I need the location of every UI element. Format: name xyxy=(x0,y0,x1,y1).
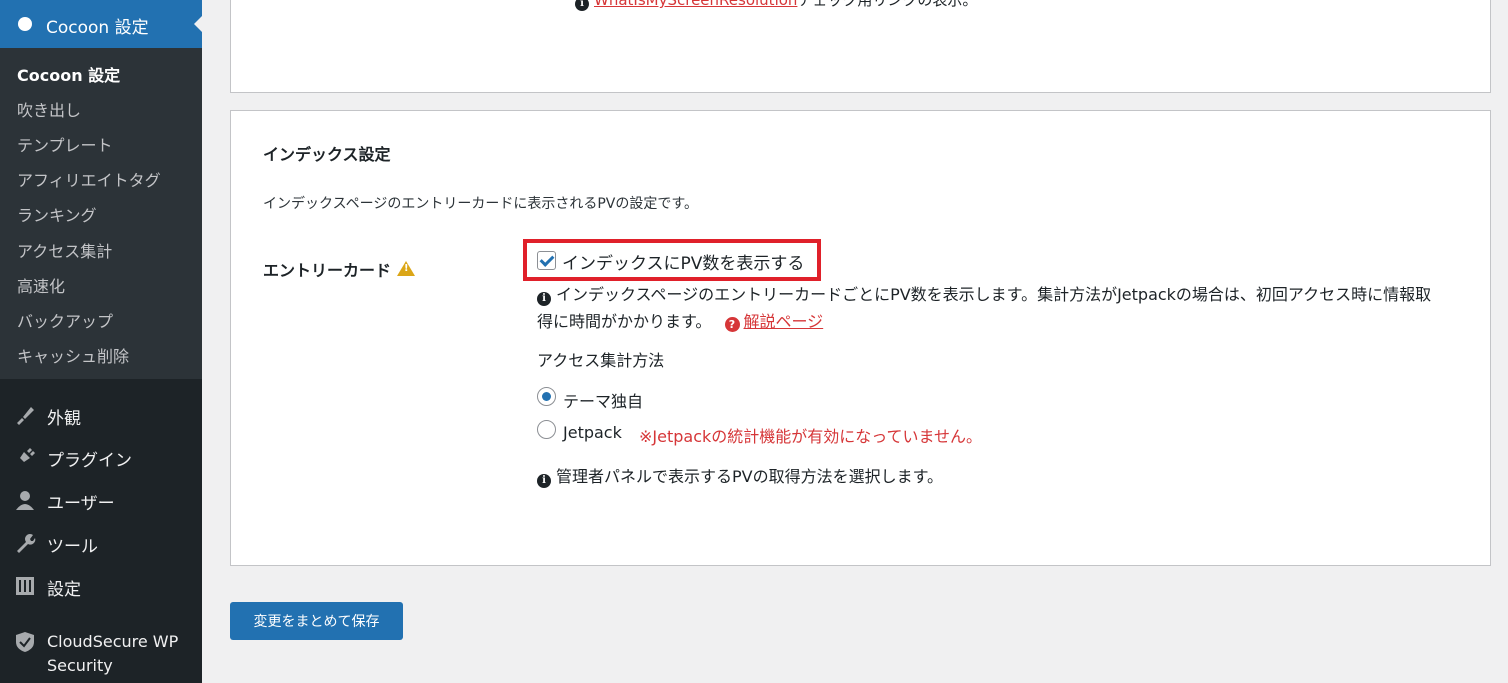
menu-label: ツール xyxy=(47,537,98,557)
section-description: インデックスページのエントリーカードに表示されるPVの設定です。 xyxy=(263,196,698,212)
info-icon: i xyxy=(575,0,589,11)
submenu-item-cocoon-settings[interactable]: Cocoon 設定 xyxy=(17,62,120,86)
menu-appearance[interactable]: 外観 xyxy=(0,395,202,435)
radio-jetpack-label[interactable]: Jetpack xyxy=(563,423,622,442)
info-icon: i xyxy=(537,474,551,488)
radio-jetpack[interactable] xyxy=(537,420,556,439)
submenu-item-access[interactable]: アクセス集計 xyxy=(17,238,112,262)
plugin-icon xyxy=(18,448,35,464)
submenu-item-backup[interactable]: バックアップ xyxy=(17,308,113,332)
menu-label: Cocoon 設定 xyxy=(46,18,149,38)
jetpack-warning: ※Jetpackの統計機能が有効になっていません。 xyxy=(639,427,982,446)
link-suffix: チェック用リンクの表示。 xyxy=(797,0,978,9)
menu-label: CloudSecure WP Security xyxy=(47,632,179,675)
entry-card-label: エントリーカード xyxy=(263,257,416,281)
cocoon-submenu: Cocoon 設定 吹き出し テンプレート アフィリエイトタグ ランキング アク… xyxy=(0,48,202,379)
question-icon: ? xyxy=(724,317,740,332)
brush-icon xyxy=(17,407,34,425)
admin-sidebar: Cocoon 設定 Cocoon 設定 吹き出し テンプレート アフィリエイトタ… xyxy=(0,0,202,683)
method-note-text: 管理者パネルで表示するPVの取得方法を選択します。 xyxy=(556,467,943,486)
previous-settings-panel: i WhatIsMyScreenResolutionチェック用リンクの表示。 xyxy=(230,0,1491,93)
submenu-item-ranking[interactable]: ランキング xyxy=(17,202,97,226)
cocoon-icon xyxy=(18,17,32,31)
show-pv-checkbox[interactable] xyxy=(537,251,556,270)
help-link-wrapper: ? 解説ページ xyxy=(724,312,824,332)
warning-icon xyxy=(397,261,416,276)
settings-icon xyxy=(16,577,34,595)
shield-icon xyxy=(16,632,34,652)
submenu-item-balloon[interactable]: 吹き出し xyxy=(17,97,81,121)
index-settings-panel: インデックス設定 インデックスページのエントリーカードに表示されるPVの設定です… xyxy=(230,110,1491,566)
explanation-page-link[interactable]: 解説ページ xyxy=(744,312,824,331)
menu-settings[interactable]: 設定 xyxy=(0,566,202,606)
whatismyscreenresolution-link[interactable]: WhatIsMyScreenResolution xyxy=(594,0,797,9)
submenu-item-affiliate[interactable]: アフィリエイトタグ xyxy=(17,167,161,191)
method-note: i 管理者パネルで表示するPVの取得方法を選択します。 xyxy=(537,463,943,488)
menu-label: ユーザー xyxy=(47,494,115,514)
menu-tools[interactable]: ツール xyxy=(0,523,202,563)
menu-plugins[interactable]: プラグイン xyxy=(0,437,202,477)
resolution-link-note: i WhatIsMyScreenResolutionチェック用リンクの表示。 xyxy=(575,0,977,11)
user-icon xyxy=(16,491,34,510)
radio-theme-original-label[interactable]: テーマ独自 xyxy=(563,388,643,412)
show-pv-checkbox-label[interactable]: インデックスにPV数を表示する xyxy=(562,249,804,274)
menu-label: 外観 xyxy=(47,409,81,429)
save-all-button[interactable]: 変更をまとめて保存 xyxy=(230,602,403,640)
pv-help-text: i インデックスページのエントリーカードごとにPV数を表示します。集計方法がJet… xyxy=(537,281,1447,335)
submenu-item-cache[interactable]: キャッシュ削除 xyxy=(17,343,129,367)
menu-label: プラグイン xyxy=(47,451,132,471)
help-text-body: インデックスページのエントリーカードごとにPV数を表示します。集計方法がJetp… xyxy=(537,285,1432,331)
menu-users[interactable]: ユーザー xyxy=(0,480,202,520)
radio-theme-original[interactable] xyxy=(537,387,556,406)
submenu-item-template[interactable]: テンプレート xyxy=(17,132,113,156)
menu-label: 設定 xyxy=(47,580,81,600)
submenu-item-speed[interactable]: 高速化 xyxy=(17,273,65,297)
menu-cocoon-settings[interactable]: Cocoon 設定 xyxy=(0,0,202,48)
row-label-text: エントリーカード xyxy=(263,261,392,280)
menu-cloudsecure[interactable]: CloudSecure WP Security xyxy=(0,621,202,681)
section-title: インデックス設定 xyxy=(263,145,391,164)
access-method-heading: アクセス集計方法 xyxy=(537,351,665,370)
wrench-icon xyxy=(17,534,36,553)
active-arrow xyxy=(194,16,202,32)
info-icon: i xyxy=(537,292,551,306)
